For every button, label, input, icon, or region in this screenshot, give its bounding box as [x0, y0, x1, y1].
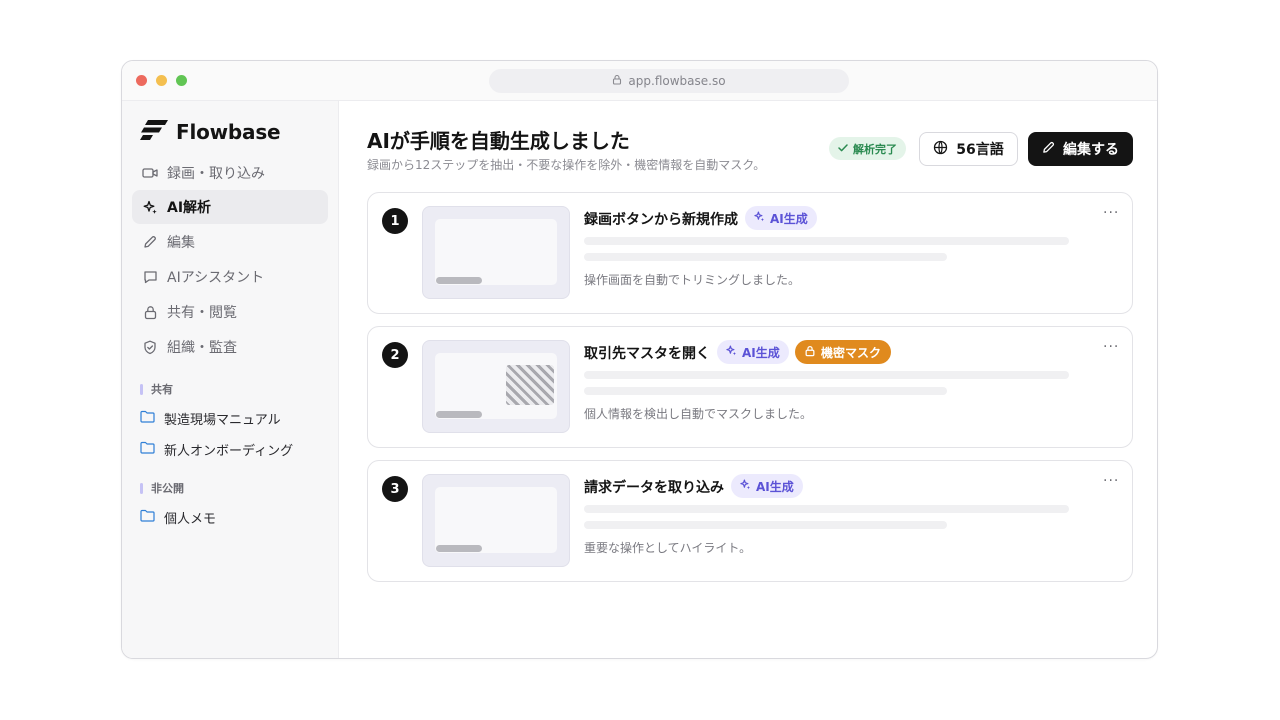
- folder-manufacturing-manual[interactable]: 製造現場マニュアル: [140, 409, 281, 428]
- folder-icon: [140, 509, 155, 526]
- thumbnail-bar: [436, 545, 482, 552]
- url-text: app.flowbase.so: [628, 74, 726, 88]
- step-description: 操作画面を自動でトリミングしました。: [584, 273, 801, 287]
- shield-icon: [142, 339, 158, 355]
- folder-label: 製造現場マニュアル: [164, 413, 281, 428]
- nav-item-label: AI解析: [167, 200, 212, 216]
- nav-item-share[interactable]: 共有・閲覧: [132, 295, 328, 329]
- more-options-icon[interactable]: ···: [1103, 473, 1119, 489]
- sparkle-icon: [726, 345, 737, 359]
- step-card[interactable]: 1 録画ボタンから新規作成 AI生成 操作画面を自動でトリミングしました。 ··…: [367, 192, 1133, 314]
- lock-icon: [142, 304, 158, 320]
- folder-icon: [140, 410, 155, 427]
- section-title: 共有: [151, 383, 173, 396]
- confidential-mask-tag: 機密マスク: [795, 340, 892, 364]
- step-number: 3: [382, 476, 408, 502]
- step-thumbnail[interactable]: [422, 474, 570, 567]
- step-title: 請求データを取り込み: [584, 480, 724, 496]
- more-options-icon[interactable]: ···: [1103, 205, 1119, 221]
- status-badge-label: 解析完了: [853, 142, 897, 156]
- edit-button[interactable]: 編集する: [1028, 132, 1133, 166]
- pencil-icon: [1042, 141, 1055, 158]
- nav-item-org-audit[interactable]: 組織・監査: [132, 330, 328, 364]
- section-marker: [140, 482, 143, 494]
- thumbnail-screen: [435, 487, 557, 553]
- maximize-window-button[interactable]: [176, 75, 187, 86]
- nav-item-label: 編集: [167, 235, 195, 251]
- chat-icon: [142, 269, 158, 285]
- edit-button-label: 編集する: [1063, 142, 1119, 158]
- step-number: 2: [382, 342, 408, 368]
- page-title: AIが手順を自動生成しました: [367, 129, 630, 153]
- step-title: 録画ボタンから新規作成: [584, 212, 738, 228]
- nav-item-ai-assistant[interactable]: AIアシスタント: [132, 260, 328, 294]
- ai-generated-tag: AI生成: [731, 474, 803, 498]
- private-section-label: 非公開: [140, 480, 184, 496]
- ai-tag-label: AI生成: [770, 211, 808, 226]
- page-subtitle: 録画から12ステップを抽出・不要な操作を除外・機密情報を自動マスク。: [367, 158, 766, 172]
- section-marker: [140, 383, 143, 395]
- flowbase-logo-icon: [140, 120, 168, 144]
- thumbnail-bar: [436, 411, 482, 418]
- check-icon: [838, 142, 848, 155]
- close-window-button[interactable]: [136, 75, 147, 86]
- step-thumbnail[interactable]: [422, 340, 570, 433]
- language-button-label: 56言語: [956, 142, 1004, 158]
- thumbnail-screen: [435, 219, 557, 285]
- more-options-icon[interactable]: ···: [1103, 339, 1119, 355]
- brand[interactable]: Flowbase: [140, 120, 281, 144]
- address-bar[interactable]: app.flowbase.so: [489, 69, 849, 93]
- placeholder-line: [584, 253, 947, 261]
- mask-tag-label: 機密マスク: [821, 345, 882, 360]
- nav-item-label: AIアシスタント: [167, 270, 265, 286]
- nav-item-ai-analysis[interactable]: AI解析: [132, 190, 328, 224]
- minimize-window-button[interactable]: [156, 75, 167, 86]
- step-card[interactable]: 3 請求データを取り込み AI生成 重要な操作としてハイライト。 ···: [367, 460, 1133, 582]
- nav-item-edit[interactable]: 編集: [132, 225, 328, 259]
- browser-titlebar: app.flowbase.so: [122, 61, 1157, 101]
- step-thumbnail[interactable]: [422, 206, 570, 299]
- nav-item-label: 録画・取り込み: [167, 166, 265, 182]
- placeholder-line: [584, 237, 1069, 245]
- step-title: 取引先マスタを開く: [584, 346, 710, 362]
- language-button[interactable]: 56言語: [919, 132, 1018, 166]
- ai-tag-label: AI生成: [742, 345, 780, 360]
- folder-personal-memo[interactable]: 個人メモ: [140, 508, 216, 527]
- globe-icon: [933, 140, 948, 159]
- app-window: app.flowbase.so Flowbase 録画・取り込み AI解析 編集…: [121, 60, 1158, 659]
- main-content: AIが手順を自動生成しました 録画から12ステップを抽出・不要な操作を除外・機密…: [340, 101, 1157, 658]
- step-description: 個人情報を検出し自動でマスクしました。: [584, 407, 813, 421]
- pencil-icon: [142, 234, 158, 250]
- folder-label: 新人オンボーディング: [164, 444, 294, 459]
- step-card[interactable]: 2 取引先マスタを開く AI生成 機密マスク 個人情報を検出し自動でマスクしまし…: [367, 326, 1133, 448]
- ai-generated-tag: AI生成: [745, 206, 817, 230]
- brand-name: Flowbase: [176, 120, 281, 144]
- placeholder-line: [584, 371, 1069, 379]
- thumbnail-bar: [436, 277, 482, 284]
- video-icon: [142, 165, 158, 181]
- ai-tag-label: AI生成: [756, 479, 794, 494]
- folder-icon: [140, 441, 155, 458]
- lock-icon: [612, 74, 622, 88]
- lock-icon: [805, 345, 815, 360]
- masked-region: [506, 365, 554, 405]
- nav-item-recording[interactable]: 録画・取り込み: [132, 156, 328, 190]
- folder-onboarding[interactable]: 新人オンボーディング: [140, 440, 293, 459]
- sparkle-icon: [754, 211, 765, 225]
- step-number: 1: [382, 208, 408, 234]
- placeholder-line: [584, 387, 947, 395]
- sidebar: Flowbase 録画・取り込み AI解析 編集 AIアシスタント 共有・閲覧 …: [122, 101, 339, 658]
- placeholder-line: [584, 521, 947, 529]
- nav-item-label: 組織・監査: [167, 340, 237, 356]
- section-title: 非公開: [151, 482, 184, 495]
- step-description: 重要な操作としてハイライト。: [584, 541, 752, 555]
- placeholder-line: [584, 505, 1069, 513]
- sparkle-icon: [142, 199, 158, 215]
- sparkle-icon: [740, 479, 751, 493]
- status-badge: 解析完了: [829, 137, 906, 160]
- shared-section-label: 共有: [140, 381, 173, 397]
- ai-generated-tag: AI生成: [717, 340, 789, 364]
- folder-label: 個人メモ: [164, 512, 217, 527]
- nav-item-label: 共有・閲覧: [167, 305, 237, 321]
